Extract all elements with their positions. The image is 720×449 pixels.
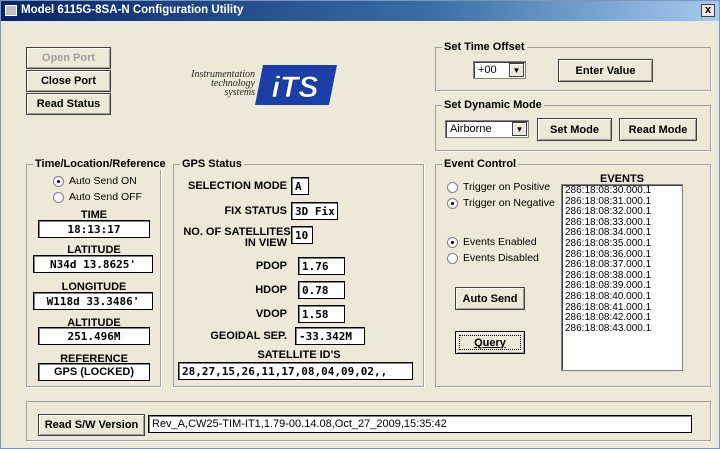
event-control-legend: Event Control <box>442 158 519 170</box>
gps-status-legend: GPS Status <box>180 158 244 170</box>
events-enabled-radio[interactable]: Events Enabled <box>447 236 537 248</box>
app-window: Model 6115G-8SA-N Configuration Utility … <box>0 0 720 449</box>
dynamic-mode-select[interactable]: Airborne ▼ <box>445 120 529 138</box>
title-bar[interactable]: Model 6115G-8SA-N Configuration Utility … <box>1 1 719 21</box>
time-location-legend: Time/Location/Reference <box>33 158 168 170</box>
vdop-value: 1.58 <box>298 305 345 323</box>
list-item[interactable]: 286:18:08:40.000.1 <box>565 291 679 303</box>
time-value: 18:13:17 <box>38 220 150 238</box>
auto-send-button[interactable]: Auto Send <box>455 287 525 310</box>
satellites-label-line2: IN VIEW <box>244 237 287 249</box>
geoidal-sep-label: GEOIDAL SEP. <box>210 330 287 342</box>
logo-line-3: systems <box>224 87 255 98</box>
chevron-down-icon[interactable]: ▼ <box>512 122 527 136</box>
time-offset-value: +00 <box>478 64 497 76</box>
time-offset-legend: Set Time Offset <box>442 41 527 53</box>
open-port-button[interactable]: Open Port <box>26 47 111 69</box>
reference-value: GPS (LOCKED) <box>38 363 150 381</box>
list-item[interactable]: 286:18:08:35.000.1 <box>565 238 679 250</box>
pdop-label: PDOP <box>255 260 287 272</box>
chevron-down-icon[interactable]: ▼ <box>509 63 524 77</box>
read-mode-button[interactable]: Read Mode <box>619 118 697 141</box>
radio-selected-icon <box>53 175 64 187</box>
auto-send-on-radio[interactable]: Auto Send ON <box>53 175 137 187</box>
events-disabled-radio[interactable]: Events Disabled <box>447 252 539 264</box>
radio-empty-icon <box>447 252 458 264</box>
close-port-button[interactable]: Close Port <box>26 70 111 92</box>
altitude-value: 251.496M <box>38 327 150 345</box>
time-offset-select[interactable]: +00 ▼ <box>473 61 526 79</box>
radio-empty-icon <box>447 181 458 193</box>
enter-value-button[interactable]: Enter Value <box>558 59 653 82</box>
hdop-value: 0.78 <box>298 281 345 299</box>
radio-selected-icon <box>447 197 458 209</box>
dynamic-mode-value: Airborne <box>450 123 492 135</box>
read-status-button[interactable]: Read Status <box>26 93 111 115</box>
set-mode-button[interactable]: Set Mode <box>537 118 612 141</box>
query-button[interactable]: Query <box>455 331 525 354</box>
pdop-value: 1.76 <box>298 257 345 275</box>
query-label: Query <box>474 336 506 349</box>
events-list[interactable]: 286:18:08:30.000.1 286:18:08:31.000.1 286:… <box>561 184 683 371</box>
radio-empty-icon <box>53 191 64 203</box>
app-icon <box>5 5 17 16</box>
radio-selected-icon <box>447 236 458 248</box>
trigger-positive-radio[interactable]: Trigger on Positive <box>447 181 550 193</box>
auto-send-off-radio[interactable]: Auto Send OFF <box>53 191 142 203</box>
satellite-ids-label: SATELLITE ID'S <box>257 349 341 361</box>
its-logo: Instrumentation technology systems iTS <box>171 61 341 109</box>
dynamic-mode-legend: Set Dynamic Mode <box>442 99 544 111</box>
hdop-label: HDOP <box>255 284 287 296</box>
version-value: Rev_A,CW25-TIM-IT1,1.79-00.14.08,Oct_27_… <box>148 415 692 433</box>
list-item[interactable]: 286:18:08:30.000.1 <box>565 185 679 197</box>
vdop-label: VDOP <box>255 308 287 320</box>
satellite-ids-value: 28,27,15,26,11,17,08,04,09,02,, <box>178 362 413 380</box>
fix-status-value: 3D Fix <box>291 202 338 220</box>
list-item[interactable]: 286:18:08:43.000.1 <box>565 323 679 335</box>
read-sw-version-button[interactable]: Read S/W Version <box>38 414 145 436</box>
trigger-negative-radio[interactable]: Trigger on Negative <box>447 197 555 209</box>
geoidal-sep-value: -33.342M <box>295 327 365 345</box>
selection-mode-value: A <box>291 177 309 195</box>
fix-status-label: FIX STATUS <box>224 205 287 217</box>
satellites-value: 10 <box>291 226 313 244</box>
longitude-value: W118d 33.3486' <box>33 292 153 310</box>
latitude-value: N34d 13.8625' <box>33 255 153 273</box>
close-icon[interactable]: x <box>701 4 715 17</box>
window-title: Model 6115G-8SA-N Configuration Utility <box>21 4 244 16</box>
logo-mark: iTS <box>272 71 319 104</box>
selection-mode-label: SELECTION MODE <box>187 180 287 192</box>
